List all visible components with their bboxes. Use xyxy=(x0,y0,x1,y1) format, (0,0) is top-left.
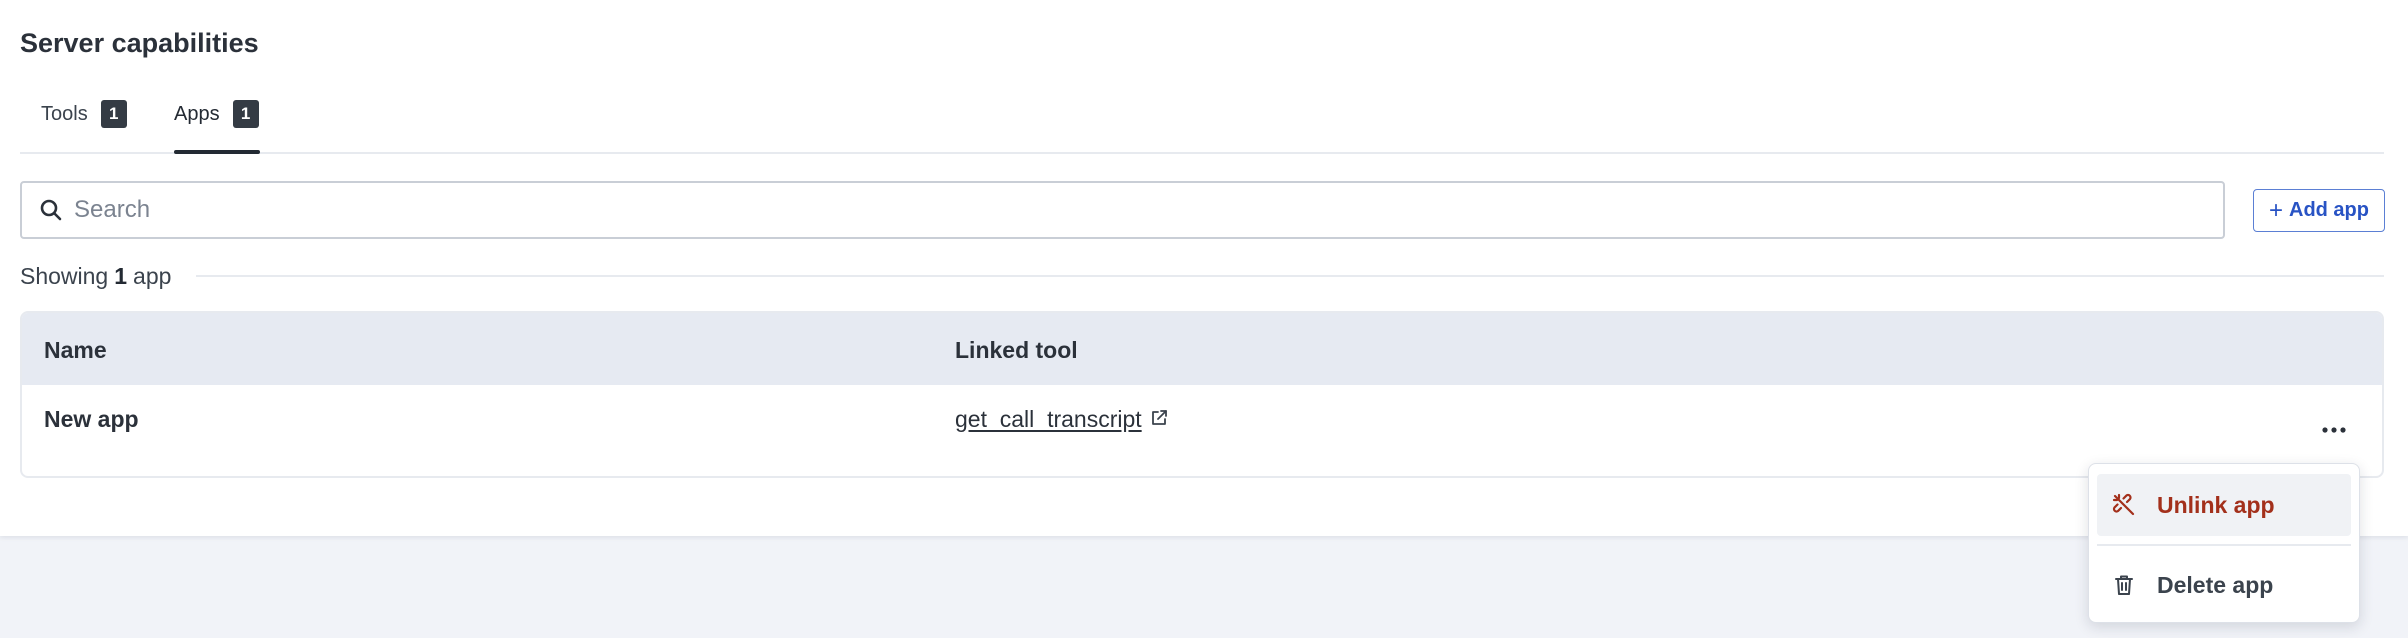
add-app-button[interactable]: + Add app xyxy=(2253,189,2385,232)
column-header-linked-tool: Linked tool xyxy=(955,337,1078,363)
delete-app-menu-item[interactable]: Delete app xyxy=(2097,554,2351,616)
unlink-app-label: Unlink app xyxy=(2157,491,2275,518)
plus-icon: + xyxy=(2268,196,2283,224)
result-count-prefix: Showing xyxy=(20,262,109,289)
tab-apps[interactable]: Apps 1 xyxy=(174,96,259,154)
server-capabilities-panel: Server capabilities Tools 1 Apps 1 + Add… xyxy=(0,0,2408,536)
result-count: Showing 1 app xyxy=(20,261,171,291)
table-row: New app get_call_transcript xyxy=(22,385,2382,476)
app-name: New app xyxy=(44,406,139,432)
search-icon xyxy=(36,195,66,225)
add-app-label: Add app xyxy=(2289,199,2369,221)
tab-apps-count-badge: 1 xyxy=(232,100,259,128)
divider xyxy=(196,275,2384,277)
capability-tabs: Tools 1 Apps 1 xyxy=(20,96,2384,154)
result-count-suffix: app xyxy=(133,262,172,289)
tab-apps-label: Apps xyxy=(174,103,220,125)
linked-tool-link[interactable]: get_call_transcript xyxy=(955,406,1168,433)
table-header: Name Linked tool xyxy=(22,313,2382,385)
delete-app-label: Delete app xyxy=(2157,571,2274,598)
tab-tools-count-badge: 1 xyxy=(100,100,127,128)
tab-tools[interactable]: Tools 1 xyxy=(41,96,127,154)
row-actions-button[interactable] xyxy=(2312,405,2356,445)
row-actions-menu: Unlink app Delete app xyxy=(2088,463,2360,623)
apps-table: Name Linked tool New app get_call_transc… xyxy=(20,311,2384,478)
more-horizontal-icon xyxy=(2322,410,2346,441)
column-header-name: Name xyxy=(44,337,107,363)
active-tab-indicator xyxy=(174,150,260,154)
tab-tools-label: Tools xyxy=(41,103,88,125)
search-input[interactable] xyxy=(74,196,2174,224)
unlink-icon xyxy=(2111,492,2137,518)
search-box[interactable] xyxy=(20,181,2225,239)
external-link-icon xyxy=(1150,406,1168,433)
trash-icon xyxy=(2111,572,2137,598)
linked-tool-label: get_call_transcript xyxy=(955,406,1142,432)
result-count-value: 1 xyxy=(114,262,128,289)
unlink-app-menu-item[interactable]: Unlink app xyxy=(2097,474,2351,536)
section-title: Server capabilities xyxy=(20,28,259,58)
menu-divider xyxy=(2097,544,2351,546)
